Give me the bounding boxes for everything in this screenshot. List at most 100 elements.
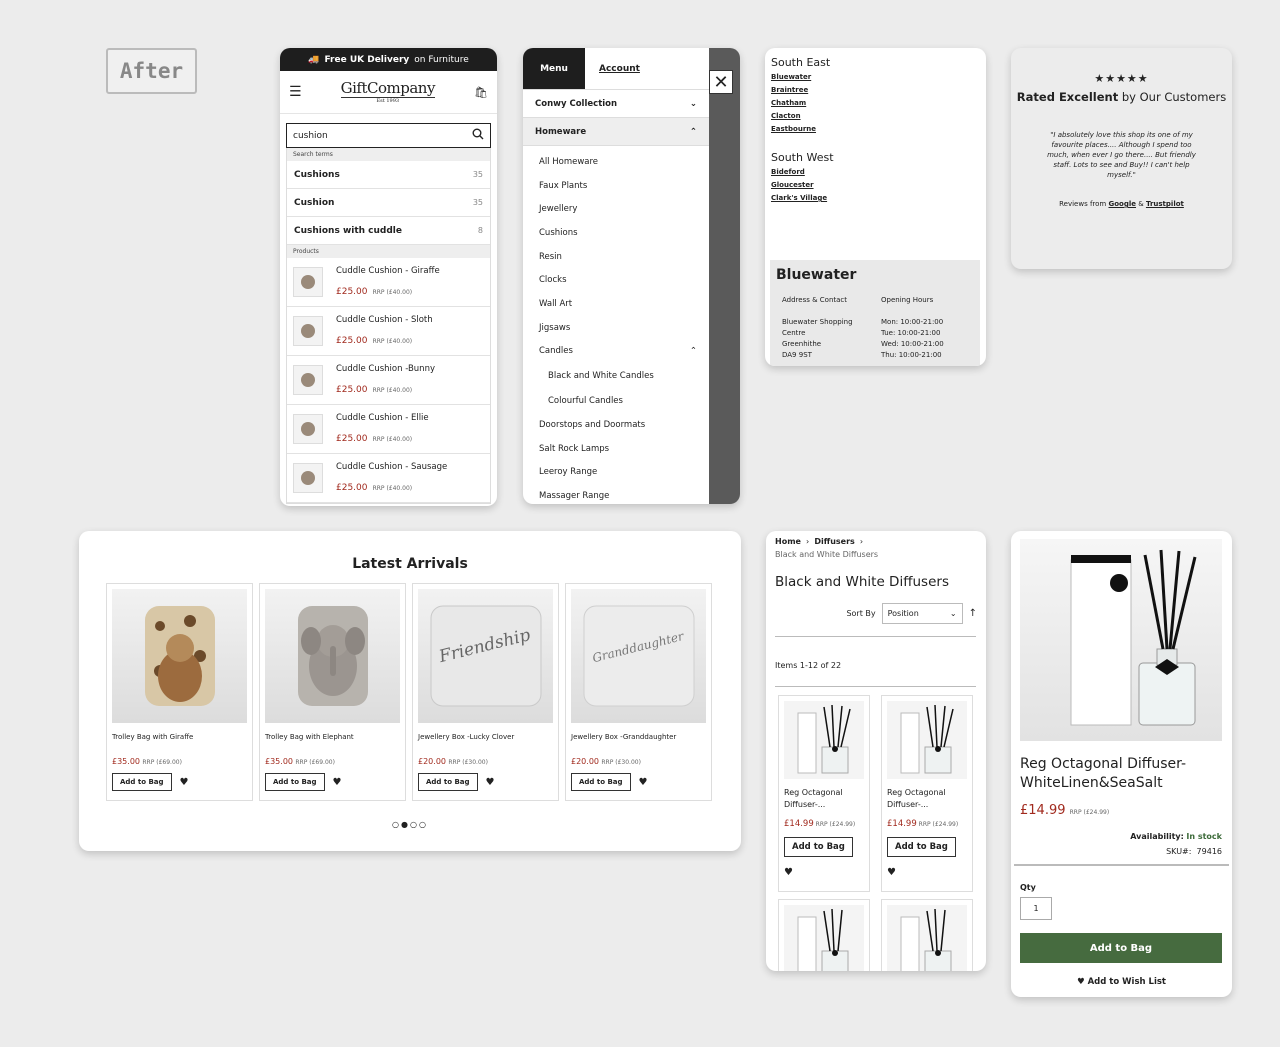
menu-item[interactable]: All Homeware	[523, 150, 709, 174]
menu-subitem[interactable]: Black and White Candles	[523, 363, 709, 388]
search-term-item[interactable]: Cushion 35	[287, 189, 490, 217]
product-card[interactable]: Granddaughter Jewellery Box -Granddaught…	[565, 583, 712, 801]
menu-item[interactable]: Wall Art	[523, 292, 709, 316]
product-suggestion[interactable]: Cuddle Cushion - Sausage £25.00 RRP (£40.…	[287, 454, 490, 503]
close-icon[interactable]: ✕	[709, 70, 733, 94]
google-link[interactable]: Google	[1108, 200, 1136, 208]
product-image[interactable]	[784, 905, 864, 971]
page-overlay[interactable]	[709, 48, 740, 504]
add-to-bag-button[interactable]: Add to Bag	[112, 773, 172, 791]
menu-item-candles[interactable]: Candles ⌃	[523, 340, 709, 364]
heart-icon[interactable]: ♥	[180, 777, 189, 788]
breadcrumb-home[interactable]: Home	[775, 537, 801, 546]
product-image[interactable]	[112, 589, 247, 723]
qty-input[interactable]: 1	[1020, 897, 1052, 920]
search-card: 🚚 Free UK Delivery on Furniture ☰ GiftCo…	[280, 48, 497, 506]
product-thumbnail	[293, 463, 323, 493]
add-to-bag-button[interactable]: Add to Bag	[784, 837, 853, 857]
reviews-card: ★★★★★ Rated Excellent by Our Customers "…	[1011, 48, 1232, 269]
qty-label: Qty	[1020, 883, 1036, 892]
menu-item[interactable]: Faux Plants	[523, 174, 709, 198]
store-link[interactable]: Eastbourne	[771, 125, 986, 133]
tab-account[interactable]: Account	[585, 48, 709, 89]
hamburger-icon[interactable]: ☰	[289, 84, 302, 100]
carousel-dots[interactable]: ○●○○	[79, 820, 741, 829]
store-link[interactable]: Clark's Village	[771, 194, 986, 202]
sort-select[interactable]: Position ⌄	[881, 603, 963, 624]
add-to-bag-button[interactable]: Add to Bag	[887, 837, 956, 857]
section-title: Latest Arrivals	[352, 556, 468, 572]
product-detail-card: Reg Octagonal Diffuser-WhiteLinen&SeaSal…	[1011, 531, 1232, 997]
menu-item[interactable]: Jigsaws	[523, 316, 709, 340]
menu-item[interactable]: Salt Rock Lamps	[523, 437, 709, 461]
product-image[interactable]	[784, 701, 864, 779]
search-term-item[interactable]: Cushions with cuddle 8	[287, 217, 490, 245]
menu-item[interactable]: Clocks	[523, 268, 709, 292]
sort-direction-icon[interactable]: ↑	[969, 608, 977, 619]
menu-section-homeware[interactable]: Homeware ⌃	[523, 118, 709, 146]
add-to-bag-button[interactable]: Add to Bag	[418, 773, 478, 791]
product-image[interactable]: Friendship	[418, 589, 553, 723]
menu-item[interactable]: Massager Range	[523, 484, 709, 504]
menu-subitem[interactable]: Colourful Candles	[523, 388, 709, 413]
add-to-bag-button[interactable]: Add to Bag	[1020, 933, 1222, 963]
add-to-bag-button[interactable]: Add to Bag	[571, 773, 631, 791]
menu-item[interactable]: Doorstops and Doormats	[523, 413, 709, 437]
store-link[interactable]: Bluewater	[771, 73, 986, 81]
truck-icon: 🚚	[308, 54, 320, 65]
heart-icon[interactable]: ♥	[887, 867, 967, 878]
store-link[interactable]: Clacton	[771, 112, 986, 120]
product-card[interactable]	[881, 899, 973, 971]
product-suggestion[interactable]: Cuddle Cushion - Ellie £25.00 RRP (£40.00…	[287, 405, 490, 454]
heart-icon[interactable]: ♥	[486, 777, 495, 788]
breadcrumb-current: Black and White Diffusers	[775, 550, 879, 559]
product-card[interactable]	[778, 899, 870, 971]
product-image[interactable]	[887, 905, 967, 971]
product-thumbnail	[293, 365, 323, 395]
store-link[interactable]: Chatham	[771, 99, 986, 107]
chevron-down-icon: ⌄	[689, 98, 697, 109]
product-image[interactable]: Granddaughter	[571, 589, 706, 723]
product-image[interactable]	[265, 589, 400, 723]
product-suggestion[interactable]: Cuddle Cushion -Bunny £25.00 RRP (£40.00)	[287, 356, 490, 405]
chevron-up-icon: ⌃	[689, 346, 697, 357]
store-link[interactable]: Braintree	[771, 86, 986, 94]
product-image[interactable]	[887, 701, 967, 779]
product-card[interactable]: Reg Octagonal Diffuser-... £14.99 RRP (£…	[881, 695, 973, 892]
product-card[interactable]: Friendship Jewellery Box -Lucky Clover £…	[412, 583, 559, 801]
bag-icon[interactable]: 🛍	[474, 86, 488, 99]
product-card[interactable]: Reg Octagonal Diffuser-... £14.99 RRP (£…	[778, 695, 870, 892]
product-suggestion[interactable]: Cuddle Cushion - Giraffe £25.00 RRP (£40.…	[287, 258, 490, 307]
product-card[interactable]: Trolley Bag with Giraffe £35.00 RRP (£69…	[106, 583, 253, 801]
add-to-bag-button[interactable]: Add to Bag	[265, 773, 325, 791]
region-heading: South West	[771, 151, 834, 164]
breadcrumb-diffusers[interactable]: Diffusers	[814, 537, 854, 546]
product-thumbnail	[293, 414, 323, 444]
latest-arrivals-card: Latest Arrivals Trolley Bag with Giraffe…	[79, 531, 741, 851]
product-suggestion[interactable]: Cuddle Cushion - Sloth £25.00 RRP (£40.00…	[287, 307, 490, 356]
trustpilot-link[interactable]: Trustpilot	[1146, 200, 1184, 208]
menu-item[interactable]: Jewellery	[523, 197, 709, 221]
product-card[interactable]: Trolley Bag with Elephant £35.00 RRP (£6…	[259, 583, 406, 801]
add-to-wishlist-link[interactable]: ♥ Add to Wish List	[1011, 977, 1232, 987]
site-logo[interactable]: GiftCompany Est 1993	[340, 80, 435, 104]
delivery-rest: on Furniture	[414, 54, 469, 65]
heart-icon[interactable]: ♥	[333, 777, 342, 788]
search-icon[interactable]	[472, 128, 484, 143]
heart-icon[interactable]: ♥	[639, 777, 648, 788]
rating-stars: ★★★★★	[1094, 72, 1149, 85]
search-input[interactable]: cushion	[286, 123, 491, 148]
tab-menu[interactable]: Menu	[523, 48, 585, 89]
store-link[interactable]: Gloucester	[771, 181, 986, 189]
menu-item[interactable]: Cushions	[523, 221, 709, 245]
product-image[interactable]	[1020, 539, 1222, 741]
menu-item[interactable]: Leeroy Range	[523, 461, 709, 485]
menu-item[interactable]: Resin	[523, 245, 709, 269]
search-term-item[interactable]: Cushions 35	[287, 161, 490, 189]
heart-icon[interactable]: ♥	[784, 867, 864, 878]
store-link[interactable]: Bideford	[771, 168, 986, 176]
category-listing-card: Home › Diffusers › Black and White Diffu…	[766, 531, 986, 971]
reviews-source: Reviews from Google & Trustpilot	[1059, 200, 1184, 208]
delivery-bold: Free UK Delivery	[324, 54, 410, 65]
menu-section-conwy[interactable]: Conwy Collection ⌄	[523, 90, 709, 118]
